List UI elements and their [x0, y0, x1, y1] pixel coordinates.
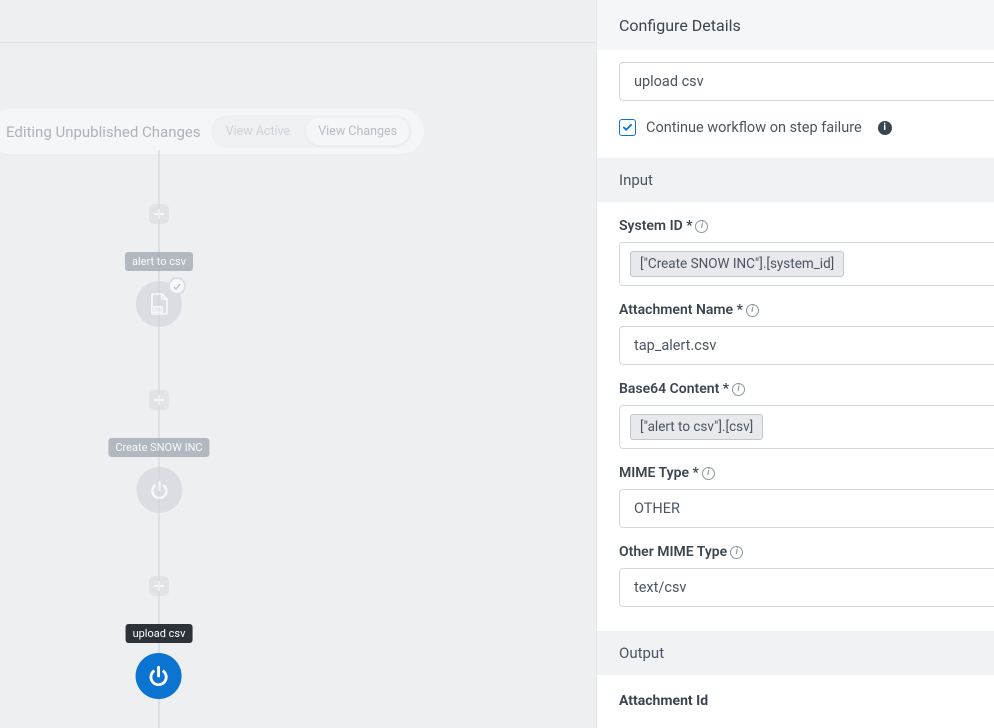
info-icon[interactable]: i	[878, 121, 892, 135]
info-icon[interactable]: i	[702, 467, 715, 480]
panel-title: Configure Details	[597, 0, 994, 50]
base64-input[interactable]: ["alert to csv"].[csv]	[619, 405, 994, 449]
workflow-canvas[interactable]: Editing Unpublished Changes View Active …	[0, 0, 596, 728]
continue-on-failure-checkbox[interactable]	[619, 119, 636, 136]
configure-panel: Configure Details Continue workflow on s…	[596, 0, 994, 728]
attachment-name-label: Attachment Name * i	[619, 302, 994, 318]
section-input: Input	[597, 158, 994, 202]
base64-label: Base64 Content * i	[619, 381, 994, 397]
section-output: Output	[597, 631, 994, 675]
info-icon[interactable]: i	[732, 383, 745, 396]
info-icon[interactable]: i	[746, 304, 759, 317]
variable-pill[interactable]: ["Create SNOW INC"].[system_id]	[630, 251, 844, 277]
continue-on-failure-label: Continue workflow on step failure	[646, 119, 862, 136]
other-mime-input[interactable]	[619, 568, 994, 607]
step-name-input[interactable]	[619, 62, 994, 101]
system-id-label: System ID * i	[619, 218, 994, 234]
mime-type-label: MIME Type * i	[619, 465, 994, 481]
system-id-input[interactable]: ["Create SNOW INC"].[system_id]	[619, 242, 994, 286]
attachment-name-input[interactable]	[619, 326, 994, 365]
info-icon[interactable]: i	[730, 546, 743, 559]
other-mime-label: Other MIME Type i	[619, 544, 994, 560]
variable-pill[interactable]: ["alert to csv"].[csv]	[630, 414, 763, 440]
mime-type-select[interactable]	[619, 489, 994, 528]
info-icon[interactable]: i	[695, 220, 708, 233]
attachment-id-label: Attachment Id	[619, 693, 994, 709]
